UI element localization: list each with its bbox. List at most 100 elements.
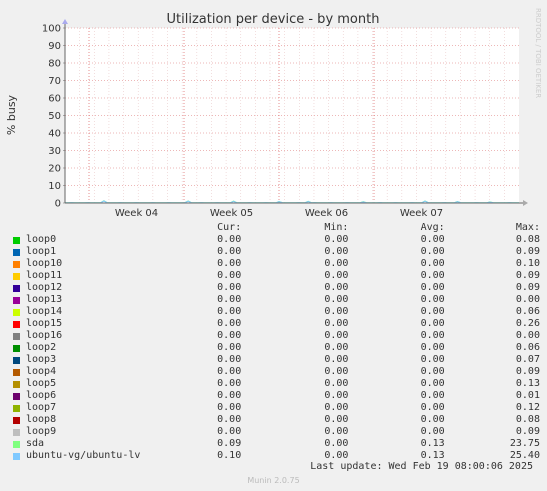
legend-row: loop12 0.00 0.00 0.00 0.09 [8,282,540,294]
legend-swatch [13,404,20,412]
series-min: 0.00 [324,426,349,437]
series-min: 0.00 [324,270,349,281]
series-min: 0.00 [324,234,349,245]
legend-row: loop11 0.00 0.00 0.00 0.09 [8,270,540,282]
series-name: loop12 [26,282,63,293]
series-cur: 0.00 [217,318,242,329]
series-cur: 0.00 [217,342,242,353]
y-tick-label: 70 [48,76,61,87]
series-cur: 0.00 [217,366,242,377]
munin-version: Munin 2.0.75 [247,476,300,485]
series-name: loop2 [26,342,57,353]
series-min: 0.00 [324,246,349,257]
series-cur: 0.00 [217,402,242,413]
series-cur: 0.00 [217,270,242,281]
legend-swatch [13,248,20,256]
series-avg: 0.00 [420,306,445,317]
series-name: loop5 [26,378,57,389]
series-min: 0.00 [324,414,349,425]
series-name: loop11 [26,270,63,281]
x-tick-label: Week 05 [210,208,253,219]
legend-row: sda 0.09 0.00 0.13 23.75 [8,438,540,450]
col-max-header: Max: [515,222,540,233]
series-avg: 0.00 [420,270,445,281]
series-max: 0.00 [515,330,540,341]
series-name: loop1 [26,246,57,257]
series-name: loop13 [26,294,63,305]
series-max: 0.26 [515,318,540,329]
legend-row: loop1 0.00 0.00 0.00 0.09 [8,246,540,258]
legend-swatch [13,440,20,448]
legend-swatch [13,368,20,376]
y-tick-label: 0 [55,199,61,210]
series-max: 0.09 [515,426,540,437]
series-max: 0.09 [515,246,540,257]
legend-swatch [13,260,20,268]
series-avg: 0.00 [420,234,445,245]
series-name: loop7 [26,402,57,413]
legend-swatch [13,452,20,460]
series-avg: 0.13 [420,438,445,449]
series-cur: 0.00 [217,354,242,365]
rrdtool-watermark: RRDTOOL / TOBI OETIKER [534,8,542,98]
legend-row: loop16 0.00 0.00 0.00 0.00 [8,330,540,342]
series-name: loop6 [26,390,57,401]
series-name: loop16 [26,330,63,341]
col-min-header: Min: [324,222,349,233]
legend-rows: loop0 0.00 0.00 0.00 0.08 loop1 0.00 0.00 0.00 0.… [8,234,540,462]
series-cur: 0.00 [217,282,242,293]
series-max: 0.00 [515,294,540,305]
legend-swatch [13,380,20,388]
y-tick-label: 80 [48,59,61,70]
legend-swatch [13,332,20,340]
legend-swatch [13,392,20,400]
legend-swatch [13,236,20,244]
series-name: loop14 [26,306,63,317]
series-max: 0.10 [515,258,540,269]
legend-swatch [13,272,20,280]
series-avg: 0.00 [420,366,445,377]
series-cur: 0.00 [217,258,242,269]
legend-swatch [13,356,20,364]
series-min: 0.00 [324,306,349,317]
series-max: 0.09 [515,366,540,377]
x-tick-label: Week 04 [115,208,158,219]
y-tick-label: 100 [42,24,61,35]
series-name: loop0 [26,234,57,245]
legend-row: loop9 0.00 0.00 0.00 0.09 [8,426,540,438]
legend: Cur: Min: Avg: Max: loop0 0.00 0.00 0.00 0.0… [8,222,540,462]
y-tick-label: 60 [48,94,61,105]
series-cur: 0.00 [217,294,242,305]
series-avg: 0.00 [420,402,445,413]
series-cur: 0.00 [217,414,242,425]
col-cur-header: Cur: [217,222,242,233]
series-name: loop9 [26,426,57,437]
last-update: Last update: Wed Feb 19 08:00:06 2025 [310,461,533,472]
series-min: 0.00 [324,282,349,293]
series-min: 0.00 [324,294,349,305]
y-tick-label: 10 [48,181,61,192]
series-max: 0.09 [515,282,540,293]
series-max: 0.12 [515,402,540,413]
y-tick-label: 50 [48,111,61,122]
chart-area: Utilization per device - by month % busy… [5,8,542,219]
series-avg: 0.00 [420,318,445,329]
legend-row: loop3 0.00 0.00 0.00 0.07 [8,354,540,366]
legend-swatch [13,308,20,316]
series-cur: 0.00 [217,378,242,389]
series-cur: 0.00 [217,390,242,401]
series-avg: 0.00 [420,426,445,437]
series-name: loop3 [26,354,57,365]
x-axis-arrow [523,200,528,206]
series-max: 0.08 [515,234,540,245]
series-cur: 0.00 [217,330,242,341]
series-max: 0.01 [515,390,540,401]
series-avg: 0.00 [420,282,445,293]
y-tick-label: 30 [48,146,61,157]
series-avg: 0.00 [420,258,445,269]
y-axis-label: % busy [5,94,18,135]
series-min: 0.00 [324,390,349,401]
series-max: 0.09 [515,270,540,281]
plot-background [65,28,519,203]
legend-swatch [13,428,20,436]
